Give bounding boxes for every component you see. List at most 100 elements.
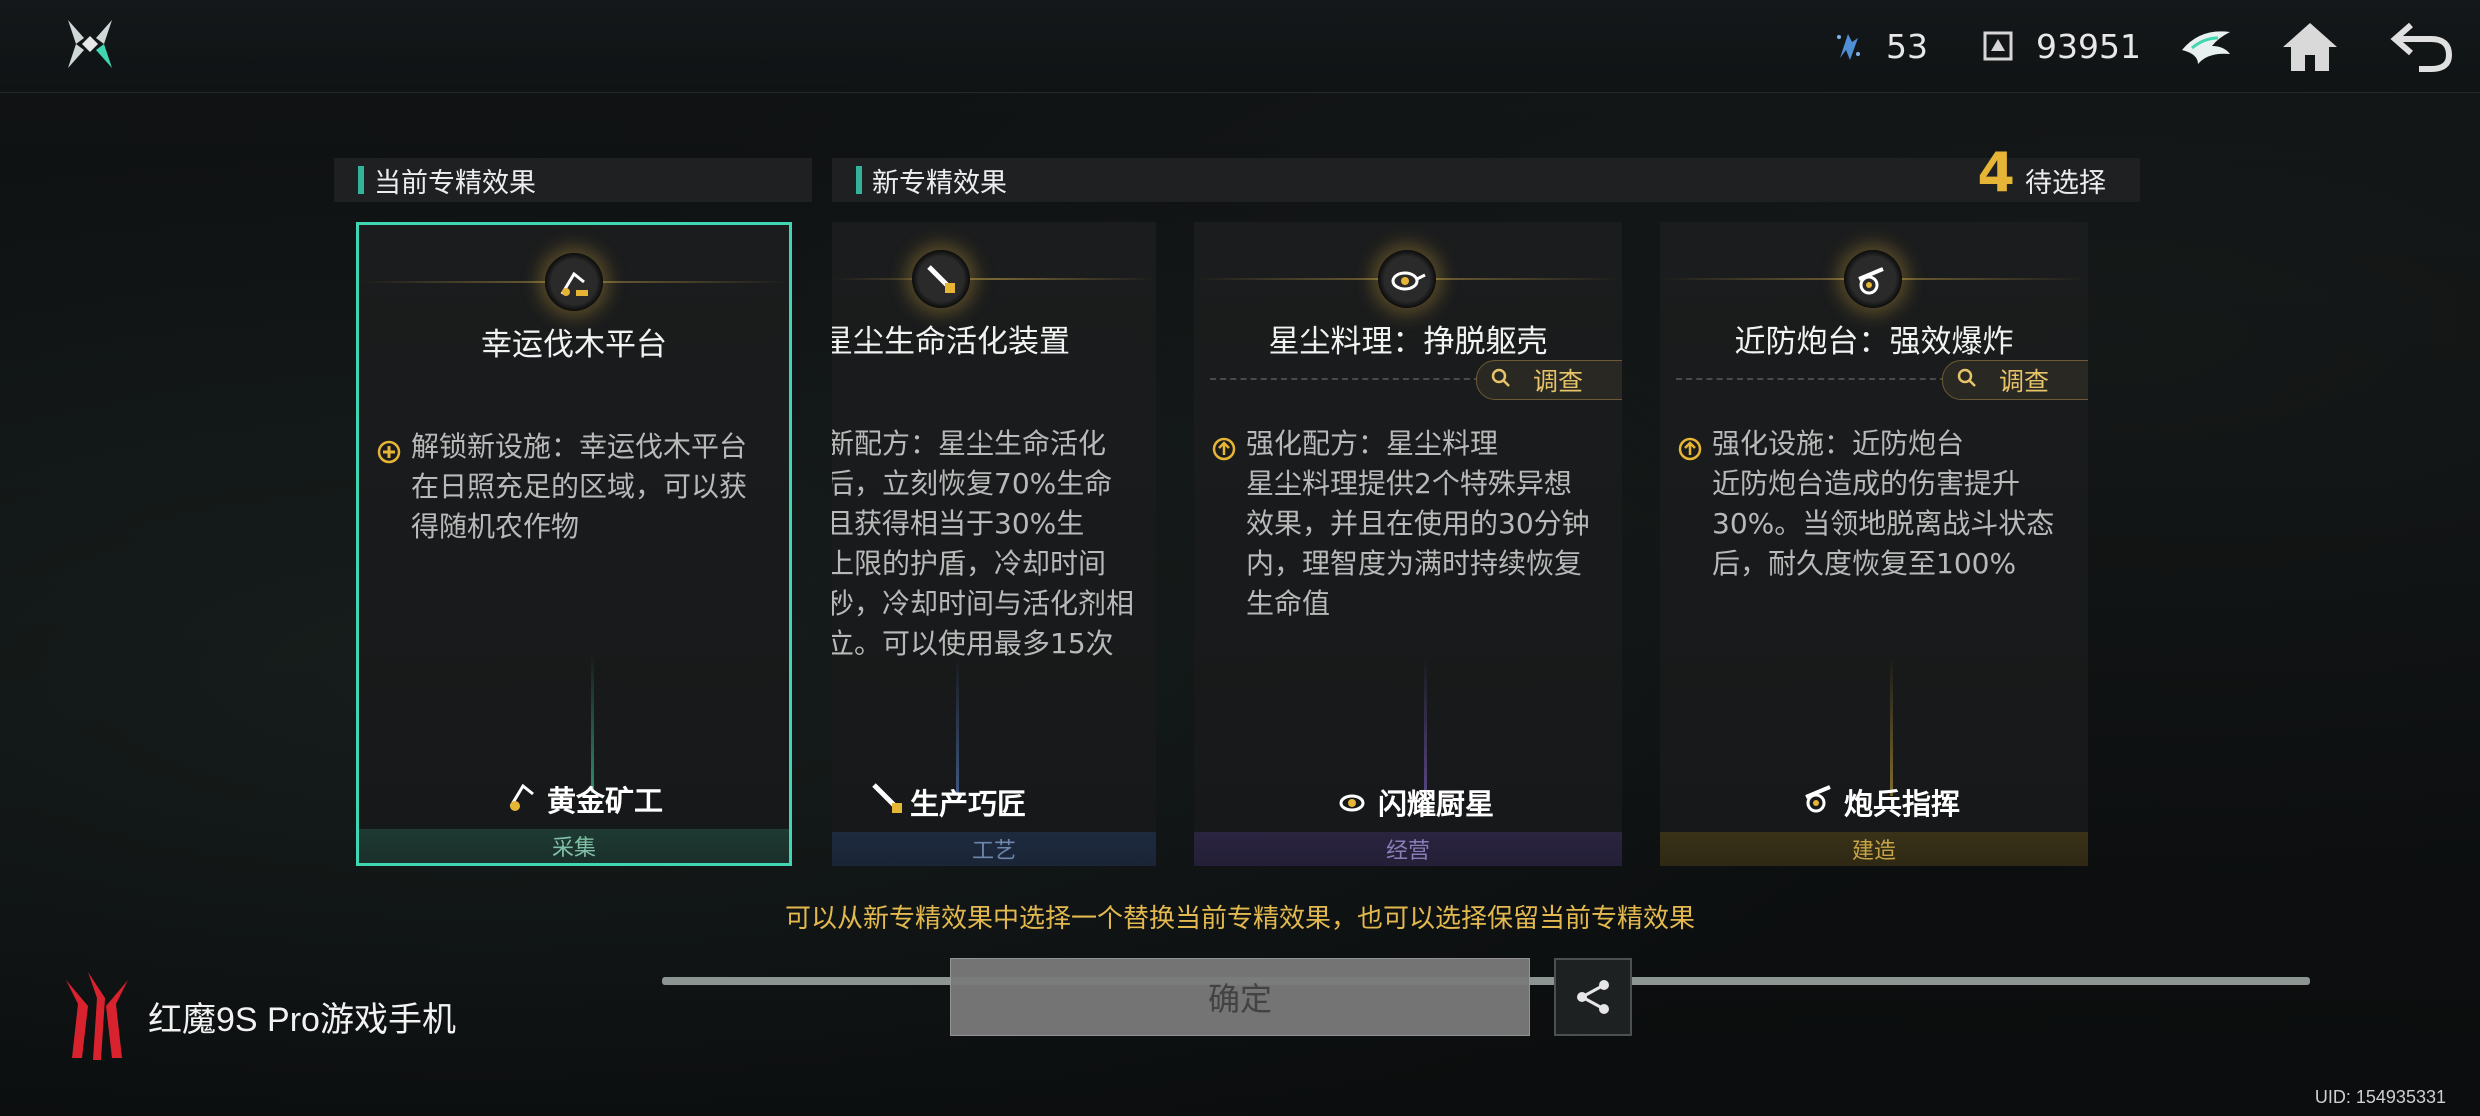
new-effect-title: 新专精效果 bbox=[872, 167, 1007, 199]
desc-line: 立。可以使用最多15次 bbox=[832, 627, 1114, 660]
profession-name: 闪耀厨星 bbox=[1378, 786, 1495, 821]
desc-line: 效果，并且在使用的30分钟 bbox=[1246, 507, 1590, 540]
header-accent-bar bbox=[856, 166, 862, 194]
card-gold-line bbox=[832, 278, 1156, 280]
brand-text: 红魔9S Pro游戏手机 bbox=[148, 1000, 456, 1039]
category-bar: 采集 bbox=[359, 829, 789, 863]
divider bbox=[1676, 378, 1946, 380]
desc-line: 30%。当领地脱离战斗状态 bbox=[1712, 507, 2055, 540]
logging-platform-icon bbox=[545, 253, 603, 311]
confirm-label: 确定 bbox=[1207, 980, 1272, 1018]
desc-line: 解锁新设施：幸运伐木平台 bbox=[411, 430, 748, 463]
card-description: 强化设施：近防炮台 近防炮台造成的伤害提升 30%。当领地脱离战斗状态 后，耐久… bbox=[1678, 424, 2082, 584]
category-bar: 工艺 bbox=[832, 832, 1156, 866]
light-beam bbox=[1890, 656, 1893, 796]
craftsman-icon bbox=[868, 779, 906, 824]
card-description: 强化配方：星尘料理 星尘料理提供2个特殊异想 效果，并且在使用的30分钟 内，理… bbox=[1212, 424, 1616, 624]
category-label: 建造 bbox=[1851, 839, 1896, 864]
divider bbox=[1210, 378, 1480, 380]
crystal-box-icon bbox=[1978, 26, 2018, 66]
game-logo-icon[interactable] bbox=[60, 16, 120, 72]
light-beam bbox=[591, 653, 594, 793]
profession-label: 炮兵指挥 bbox=[1802, 779, 1960, 824]
back-button[interactable] bbox=[2386, 12, 2458, 80]
desc-line: 后，耐久度恢复至100% bbox=[1712, 547, 2017, 580]
new-effect-header: 新专精效果 4 待选择 bbox=[832, 146, 2140, 202]
profession-name: 炮兵指挥 bbox=[1844, 786, 1961, 821]
red-magic-logo-icon bbox=[66, 972, 128, 1060]
card-description: 新配方：星尘生命活化 后，立刻恢复70%生命 且获得相当于30%生 上限的护盾，… bbox=[832, 424, 1156, 664]
resource-energy: 53 bbox=[1828, 18, 1928, 74]
desc-line: 星尘料理提供2个特殊异想 bbox=[1246, 467, 1572, 500]
profession-label: 闪耀厨星 bbox=[1336, 779, 1494, 824]
turret-icon bbox=[1844, 250, 1902, 308]
desc-line: 强化设施：近防炮台 bbox=[1712, 427, 1965, 460]
search-icon bbox=[1957, 368, 1977, 392]
current-effect-header: 当前专精效果 bbox=[334, 158, 812, 202]
pending-count: 4 bbox=[1977, 141, 2015, 204]
desc-line: 内，理智度为满时持续恢复 bbox=[1246, 547, 1583, 580]
top-bar: 53 93951 bbox=[0, 0, 2480, 93]
artillery-commander-icon bbox=[1802, 779, 1840, 824]
new-effect-card-1[interactable]: 星尘生命活化装置 新配方：星尘生命活化 后，立刻恢复70%生命 且获得相当于30… bbox=[832, 222, 1156, 866]
desc-line: 近防炮台造成的伤害提升 bbox=[1712, 467, 2021, 500]
back-icon bbox=[2390, 22, 2453, 72]
desc-line: 生命值 bbox=[1246, 587, 1331, 620]
desc-line: 后，立刻恢复70%生命 bbox=[832, 467, 1113, 500]
desc-line: 上限的护盾，冷却时间 bbox=[832, 547, 1107, 580]
header-accent-bar bbox=[358, 166, 364, 194]
current-effect-card[interactable]: 幸运伐木平台 解锁新设施：幸运伐木平台 在日照充足的区域，可以获 得随机农作物 … bbox=[356, 222, 792, 866]
category-bar: 经营 bbox=[1194, 832, 1622, 866]
category-label: 采集 bbox=[551, 836, 596, 861]
home-button[interactable] bbox=[2274, 12, 2346, 80]
share-button[interactable] bbox=[1554, 958, 1632, 1036]
home-icon bbox=[2283, 23, 2337, 71]
device-brand-watermark: 红魔9S Pro游戏手机 bbox=[60, 968, 456, 1064]
card-title: 近防炮台：强效爆炸 bbox=[1734, 324, 2014, 360]
category-label: 工艺 bbox=[971, 839, 1016, 864]
new-effect-card-3[interactable]: 近防炮台：强效爆炸 调查 强化设施：近防炮台 近防炮台造成的伤害提升 30%。当… bbox=[1660, 222, 2088, 866]
upgrade-arrow-icon bbox=[1212, 432, 1236, 461]
profession-label: 生产巧匠 bbox=[868, 779, 1026, 824]
investigate-label: 调查 bbox=[1999, 367, 2050, 396]
pending-label: 待选择 bbox=[2025, 167, 2106, 199]
upgrade-arrow-icon bbox=[1678, 432, 1702, 461]
card-title: 星尘生命活化装置 bbox=[832, 324, 1070, 360]
desc-line: 得随机农作物 bbox=[411, 510, 580, 543]
desc-line: 在日照充足的区域，可以获 bbox=[411, 470, 748, 503]
investigate-button[interactable]: 调查 bbox=[1942, 360, 2088, 400]
light-beam bbox=[1424, 656, 1427, 796]
resource-crystal: 93951 bbox=[1978, 18, 2141, 74]
profession-name: 生产巧匠 bbox=[910, 786, 1027, 821]
investigate-label: 调查 bbox=[1533, 367, 1584, 396]
faction-emblem-icon bbox=[2182, 31, 2230, 65]
profession-label: 黄金矿工 bbox=[505, 776, 663, 821]
faction-emblem-button[interactable] bbox=[2170, 12, 2242, 80]
category-label: 经营 bbox=[1385, 839, 1430, 864]
desc-line: 且获得相当于30%生 bbox=[832, 507, 1085, 540]
chef-star-icon bbox=[1336, 779, 1374, 824]
desc-line: 秒，冷却时间与活化剂相 bbox=[832, 587, 1135, 620]
syringe-icon bbox=[912, 250, 970, 308]
unlock-plus-icon bbox=[377, 435, 401, 464]
energy-chip-icon bbox=[1828, 26, 1868, 66]
card-title: 星尘料理：挣脱躯壳 bbox=[1268, 324, 1548, 360]
gold-miner-icon bbox=[505, 776, 543, 821]
new-effect-card-2[interactable]: 星尘料理：挣脱躯壳 调查 强化配方：星尘料理 星尘料理提供2个特殊异想 效果，并… bbox=[1194, 222, 1622, 866]
share-icon bbox=[1577, 980, 1609, 1014]
light-beam bbox=[956, 656, 959, 796]
investigate-button[interactable]: 调查 bbox=[1476, 360, 1622, 400]
card-description: 解锁新设施：幸运伐木平台 在日照充足的区域，可以获 得随机农作物 bbox=[377, 427, 781, 547]
crystal-value: 93951 bbox=[2036, 26, 2141, 66]
profession-name: 黄金矿工 bbox=[547, 783, 664, 818]
confirm-button[interactable]: 确定 bbox=[950, 958, 1530, 1036]
card-title: 幸运伐木平台 bbox=[481, 327, 667, 363]
user-id: UID: 154935331 bbox=[2314, 1087, 2446, 1107]
search-icon bbox=[1491, 368, 1511, 392]
pending-selection: 4 待选择 bbox=[1977, 146, 2106, 202]
selection-hint: 可以从新专精效果中选择一个替换当前专精效果，也可以选择保留当前专精效果 bbox=[784, 904, 1695, 934]
energy-value: 53 bbox=[1886, 26, 1928, 66]
category-bar: 建造 bbox=[1660, 832, 2088, 866]
cooking-pan-icon bbox=[1378, 250, 1436, 308]
current-effect-title: 当前专精效果 bbox=[374, 167, 536, 199]
